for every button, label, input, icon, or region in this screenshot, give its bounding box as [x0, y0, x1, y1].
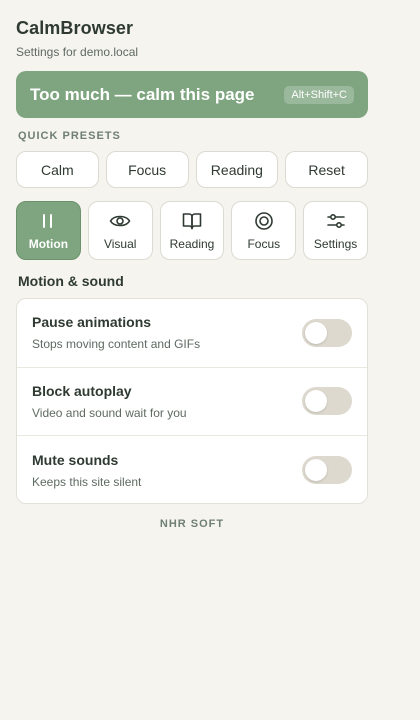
setting-block-autoplay: Block autoplay Video and sound wait for …	[17, 368, 367, 436]
motion-sound-heading: Motion & sound	[18, 273, 124, 289]
preset-calm-button[interactable]: Calm	[16, 151, 99, 188]
tab-focus[interactable]: Focus	[231, 201, 297, 260]
sliders-icon	[325, 210, 347, 232]
setting-mute-sounds: Mute sounds Keeps this site silent	[17, 436, 367, 503]
tab-reading-label: Reading	[169, 237, 215, 251]
setting-description: Stops moving content and GIFs	[32, 337, 201, 352]
setting-description: Keeps this site silent	[32, 474, 142, 489]
setting-title: Block autoplay	[32, 382, 132, 399]
quick-presets-heading: QUICK PRESETS	[18, 130, 121, 142]
tab-motion[interactable]: Motion	[16, 201, 81, 260]
tab-visual-label: Visual	[103, 237, 137, 251]
pause-icon	[37, 210, 59, 232]
book-icon	[181, 210, 203, 232]
category-tabs: Motion Visual Reading Focus Settings	[16, 201, 368, 260]
toggle-knob	[305, 390, 327, 413]
motion-sound-card: Pause animations Stops moving content an…	[16, 298, 368, 504]
site-subtitle: Settings for demo.local	[16, 45, 139, 59]
toggle-knob	[305, 459, 327, 482]
shortcut-badge: Alt+Shift+C	[284, 85, 354, 104]
tab-reading[interactable]: Reading	[159, 201, 225, 260]
mute-sounds-toggle[interactable]	[302, 456, 352, 485]
setting-title: Mute sounds	[32, 451, 119, 468]
eye-icon	[109, 210, 131, 232]
calm-page-button[interactable]: Too much — calm this page Alt+Shift+C	[16, 71, 368, 118]
preset-group: Calm Focus Reading Reset	[16, 151, 368, 188]
app-title: CalmBrowser	[16, 18, 134, 38]
pause-animations-toggle[interactable]	[302, 318, 352, 347]
block-autoplay-toggle[interactable]	[302, 387, 352, 416]
target-icon	[253, 210, 275, 232]
calm-page-label: Too much — calm this page	[30, 84, 255, 104]
setting-description: Video and sound wait for you	[32, 405, 187, 420]
setting-pause-animations: Pause animations Stops moving content an…	[17, 299, 367, 368]
tab-motion-label: Motion	[28, 237, 69, 251]
toggle-knob	[305, 321, 327, 344]
preset-focus-button[interactable]: Focus	[105, 151, 189, 188]
preset-reset-button[interactable]: Reset	[285, 151, 368, 188]
footer-brand: NHR SOFT	[159, 518, 225, 530]
tab-visual[interactable]: Visual	[87, 201, 153, 260]
tab-settings-label: Settings	[313, 237, 358, 251]
tab-settings[interactable]: Settings	[303, 201, 368, 260]
calmbrowser-panel: CalmBrowser Settings for demo.local Too …	[0, 0, 420, 720]
tab-focus-label: Focus	[247, 237, 281, 251]
preset-reading-button[interactable]: Reading	[195, 151, 279, 188]
setting-title: Pause animations	[32, 314, 152, 331]
